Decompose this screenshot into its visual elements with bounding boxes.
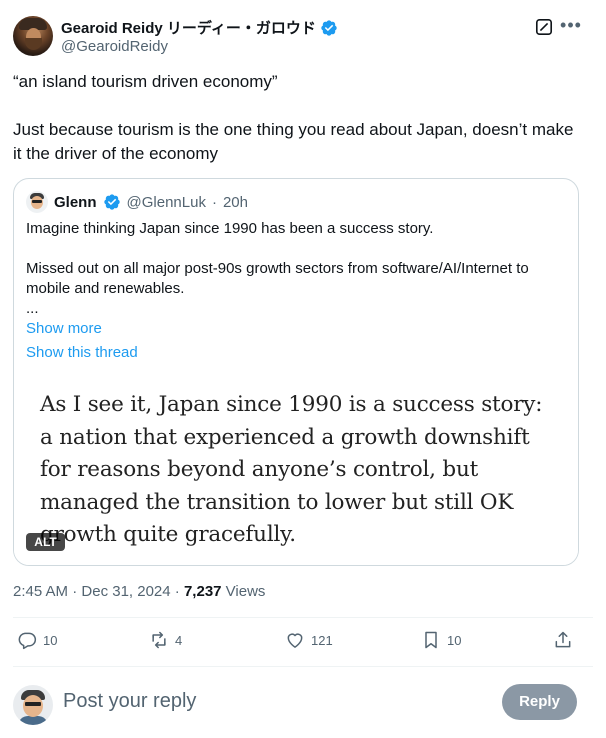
tweet-time[interactable]: 2:45 AM	[13, 583, 68, 600]
author-display-name[interactable]: Gearoid Reidy リーディー・ガロウド	[61, 17, 316, 38]
reply-button[interactable]: 10	[17, 630, 57, 650]
reply-submit-button[interactable]: Reply	[502, 684, 577, 720]
action-bar: 10 4 121 10	[13, 630, 583, 654]
views-label: Views	[221, 583, 266, 600]
verified-badge-icon	[103, 194, 120, 210]
share-icon	[555, 631, 571, 648]
quote-text: Imagine thinking Japan since 1990 has be…	[26, 220, 529, 317]
quote-image-text: As I see it, Japan since 1990 is a succe…	[40, 392, 543, 547]
tweet-meta: 2:45 AM · Dec 31, 2024 · 7,237 Views	[13, 583, 265, 600]
tweet-header: Gearoid Reidy リーディー・ガロウド @GearoidReidy •…	[13, 14, 593, 58]
like-button[interactable]: 121	[285, 630, 333, 650]
verified-badge-icon	[321, 19, 337, 36]
author-name-line[interactable]: Gearoid Reidy リーディー・ガロウド	[61, 17, 338, 38]
current-user-avatar[interactable]	[13, 685, 53, 725]
quote-header: Glenn @GlennLuk · 20h	[26, 191, 248, 213]
repost-button[interactable]: 4	[149, 630, 182, 650]
author-handle[interactable]: @GearoidReidy	[61, 38, 168, 55]
bookmark-count: 10	[447, 632, 462, 648]
heart-icon	[287, 633, 303, 648]
quote-image[interactable]: As I see it, Japan since 1990 is a succe…	[14, 375, 578, 565]
quote-time: 20h	[222, 193, 248, 211]
more-icon[interactable]: •••	[560, 16, 582, 38]
meta-separator: ·	[68, 583, 82, 600]
reply-icon	[18, 632, 37, 650]
reply-input[interactable]: Post your reply	[63, 690, 196, 713]
tweet-text: “an island tourism driven economy” Just …	[13, 72, 574, 163]
meta-separator: ·	[170, 583, 184, 600]
show-thread-link[interactable]: Show this thread	[26, 344, 138, 361]
show-more-link[interactable]: Show more	[26, 320, 102, 337]
alt-badge[interactable]: ALT	[26, 533, 65, 551]
quote-author-handle: @GlennLuk	[126, 193, 206, 211]
repost-icon	[152, 631, 166, 649]
reply-count: 10	[43, 632, 58, 648]
quoted-tweet[interactable]: Glenn @GlennLuk · 20h Imagine thinking J…	[13, 178, 579, 566]
views-count: 7,237	[183, 583, 222, 600]
divider	[13, 617, 593, 618]
quote-separator: ·	[211, 193, 217, 211]
bookmark-button[interactable]: 10	[421, 630, 461, 650]
share-button[interactable]	[553, 630, 573, 650]
tweet-date[interactable]: Dec 31, 2024	[81, 583, 170, 600]
quote-author-name: Glenn	[54, 193, 97, 211]
repost-count: 4	[175, 632, 183, 648]
author-avatar[interactable]	[13, 16, 53, 56]
quote-author-avatar	[26, 191, 48, 213]
bookmark-icon	[425, 631, 437, 649]
like-count: 121	[311, 632, 333, 648]
divider	[13, 666, 593, 667]
grok-icon[interactable]	[535, 18, 553, 36]
